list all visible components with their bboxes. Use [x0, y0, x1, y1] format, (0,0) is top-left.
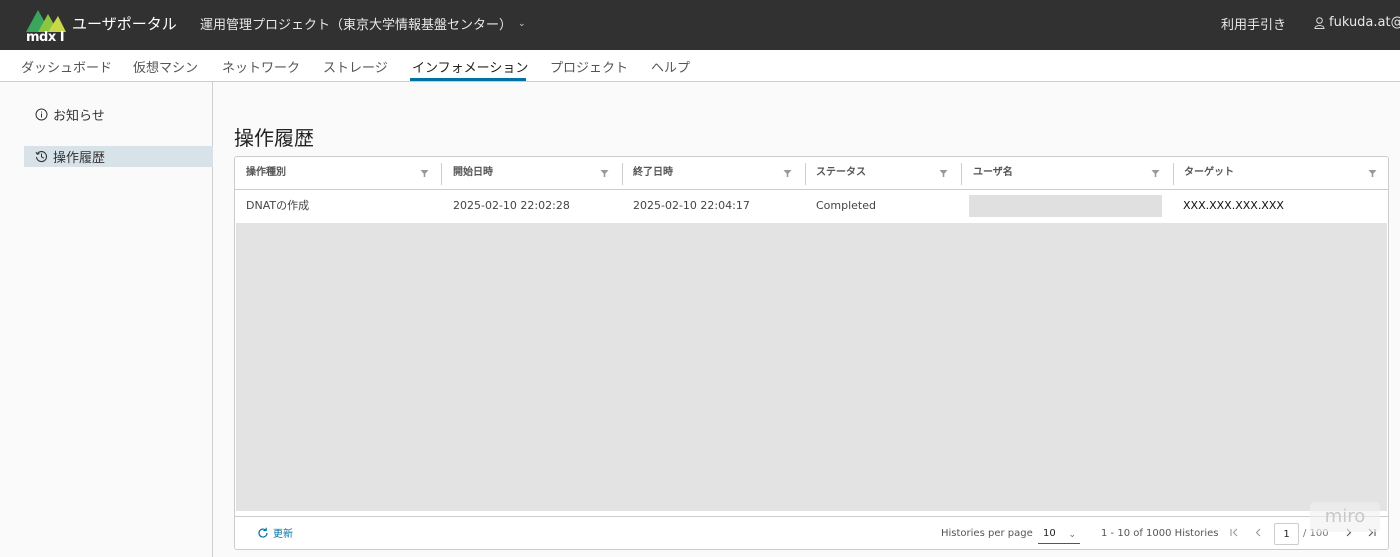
- chevron-down-icon: ⌄: [518, 18, 526, 29]
- tab-virtual-machines[interactable]: 仮想マシン: [133, 57, 198, 76]
- app-title: ユーザポータル: [72, 15, 177, 33]
- tab-dashboard[interactable]: ダッシュボード: [21, 57, 112, 76]
- main-nav: ダッシュボード 仮想マシン ネットワーク ストレージ インフォメーション プロジ…: [0, 50, 1400, 82]
- manual-link[interactable]: 利用手引き: [1221, 14, 1286, 33]
- grid-header: 操作種別 開始日時 終了日時 ステータス ユーザ名 ターゲット: [235, 157, 1388, 190]
- user-icon: [1314, 16, 1325, 29]
- page-number-input[interactable]: [1274, 523, 1299, 545]
- per-page-label: Histories per page: [941, 528, 1033, 539]
- tab-project[interactable]: プロジェクト: [550, 57, 628, 76]
- column-header-user[interactable]: ユーザ名: [962, 157, 1173, 189]
- chevron-down-icon: ⌄: [1068, 530, 1076, 540]
- filter-icon[interactable]: [600, 169, 609, 178]
- grid-empty-area: [236, 223, 1387, 511]
- miro-watermark: miro: [1310, 502, 1380, 532]
- column-header-start[interactable]: 開始日時: [442, 157, 622, 189]
- table-row: DNATの作成 2025-02-10 22:02:28 2025-02-10 2…: [235, 190, 1388, 222]
- column-header-status[interactable]: ステータス: [805, 157, 961, 189]
- tab-help[interactable]: ヘルプ: [651, 57, 690, 76]
- info-circle-icon: [35, 108, 48, 120]
- refresh-icon: [258, 527, 268, 538]
- filter-icon[interactable]: [939, 169, 948, 178]
- column-header-type[interactable]: 操作種別: [235, 157, 441, 189]
- cell-status: Completed: [816, 199, 876, 212]
- sidebar-item-label: お知らせ: [53, 108, 105, 124]
- redacted-user: [969, 195, 1162, 217]
- project-name: 運用管理プロジェクト（東京大学情報基盤センター）: [200, 18, 513, 33]
- sidebar-item-notices[interactable]: お知らせ: [35, 104, 105, 124]
- user-menu[interactable]: fukuda.at@: [1314, 15, 1400, 30]
- per-page-select[interactable]: 10 ⌄: [1038, 524, 1080, 544]
- cell-type: DNATの作成: [246, 199, 310, 212]
- sidebar: お知らせ 操作履歴: [0, 82, 213, 557]
- tab-network[interactable]: ネットワーク: [222, 57, 300, 76]
- cell-end: 2025-02-10 22:04:17: [633, 199, 750, 212]
- filter-icon[interactable]: [783, 169, 792, 178]
- logo-text: mdx I: [26, 30, 65, 45]
- filter-icon[interactable]: [1368, 169, 1377, 178]
- first-page-button[interactable]: [1226, 525, 1242, 543]
- active-tab-indicator: [410, 78, 526, 81]
- grid-footer: 更新 Histories per page 10 ⌄ 1 - 10 of 100…: [235, 516, 1388, 550]
- column-header-end[interactable]: 終了日時: [622, 157, 805, 189]
- history-icon: [35, 151, 47, 163]
- sidebar-item-history[interactable]: 操作履歴: [24, 146, 213, 167]
- app-header: mdx I ユーザポータル 運用管理プロジェクト（東京大学情報基盤センター） ⌄…: [0, 0, 1400, 50]
- cell-start: 2025-02-10 22:02:28: [453, 199, 570, 212]
- per-page-value: 10: [1043, 528, 1056, 539]
- cell-target: XXX.XXX.XXX.XXX: [1183, 199, 1284, 212]
- range-text: 1 - 10 of 1000 Histories: [1101, 528, 1219, 539]
- page-title: 操作履歴: [234, 126, 314, 150]
- filter-icon[interactable]: [420, 169, 429, 178]
- refresh-button[interactable]: 更新: [257, 525, 293, 540]
- refresh-label: 更新: [273, 529, 293, 540]
- user-name: fukuda.at@: [1329, 15, 1400, 30]
- column-header-target[interactable]: ターゲット: [1173, 157, 1388, 189]
- history-datagrid: 操作種別 開始日時 終了日時 ステータス ユーザ名 ターゲット DNATの作成 …: [234, 156, 1389, 550]
- project-selector[interactable]: 運用管理プロジェクト（東京大学情報基盤センター） ⌄: [200, 14, 526, 33]
- sidebar-item-label: 操作履歴: [53, 151, 106, 166]
- prev-page-button[interactable]: [1250, 525, 1266, 543]
- first-page-icon: [1229, 528, 1237, 537]
- chevron-left-icon: [1255, 528, 1260, 537]
- filter-icon[interactable]: [1151, 169, 1160, 178]
- tab-information[interactable]: インフォメーション: [412, 57, 528, 76]
- tab-storage[interactable]: ストレージ: [323, 57, 388, 76]
